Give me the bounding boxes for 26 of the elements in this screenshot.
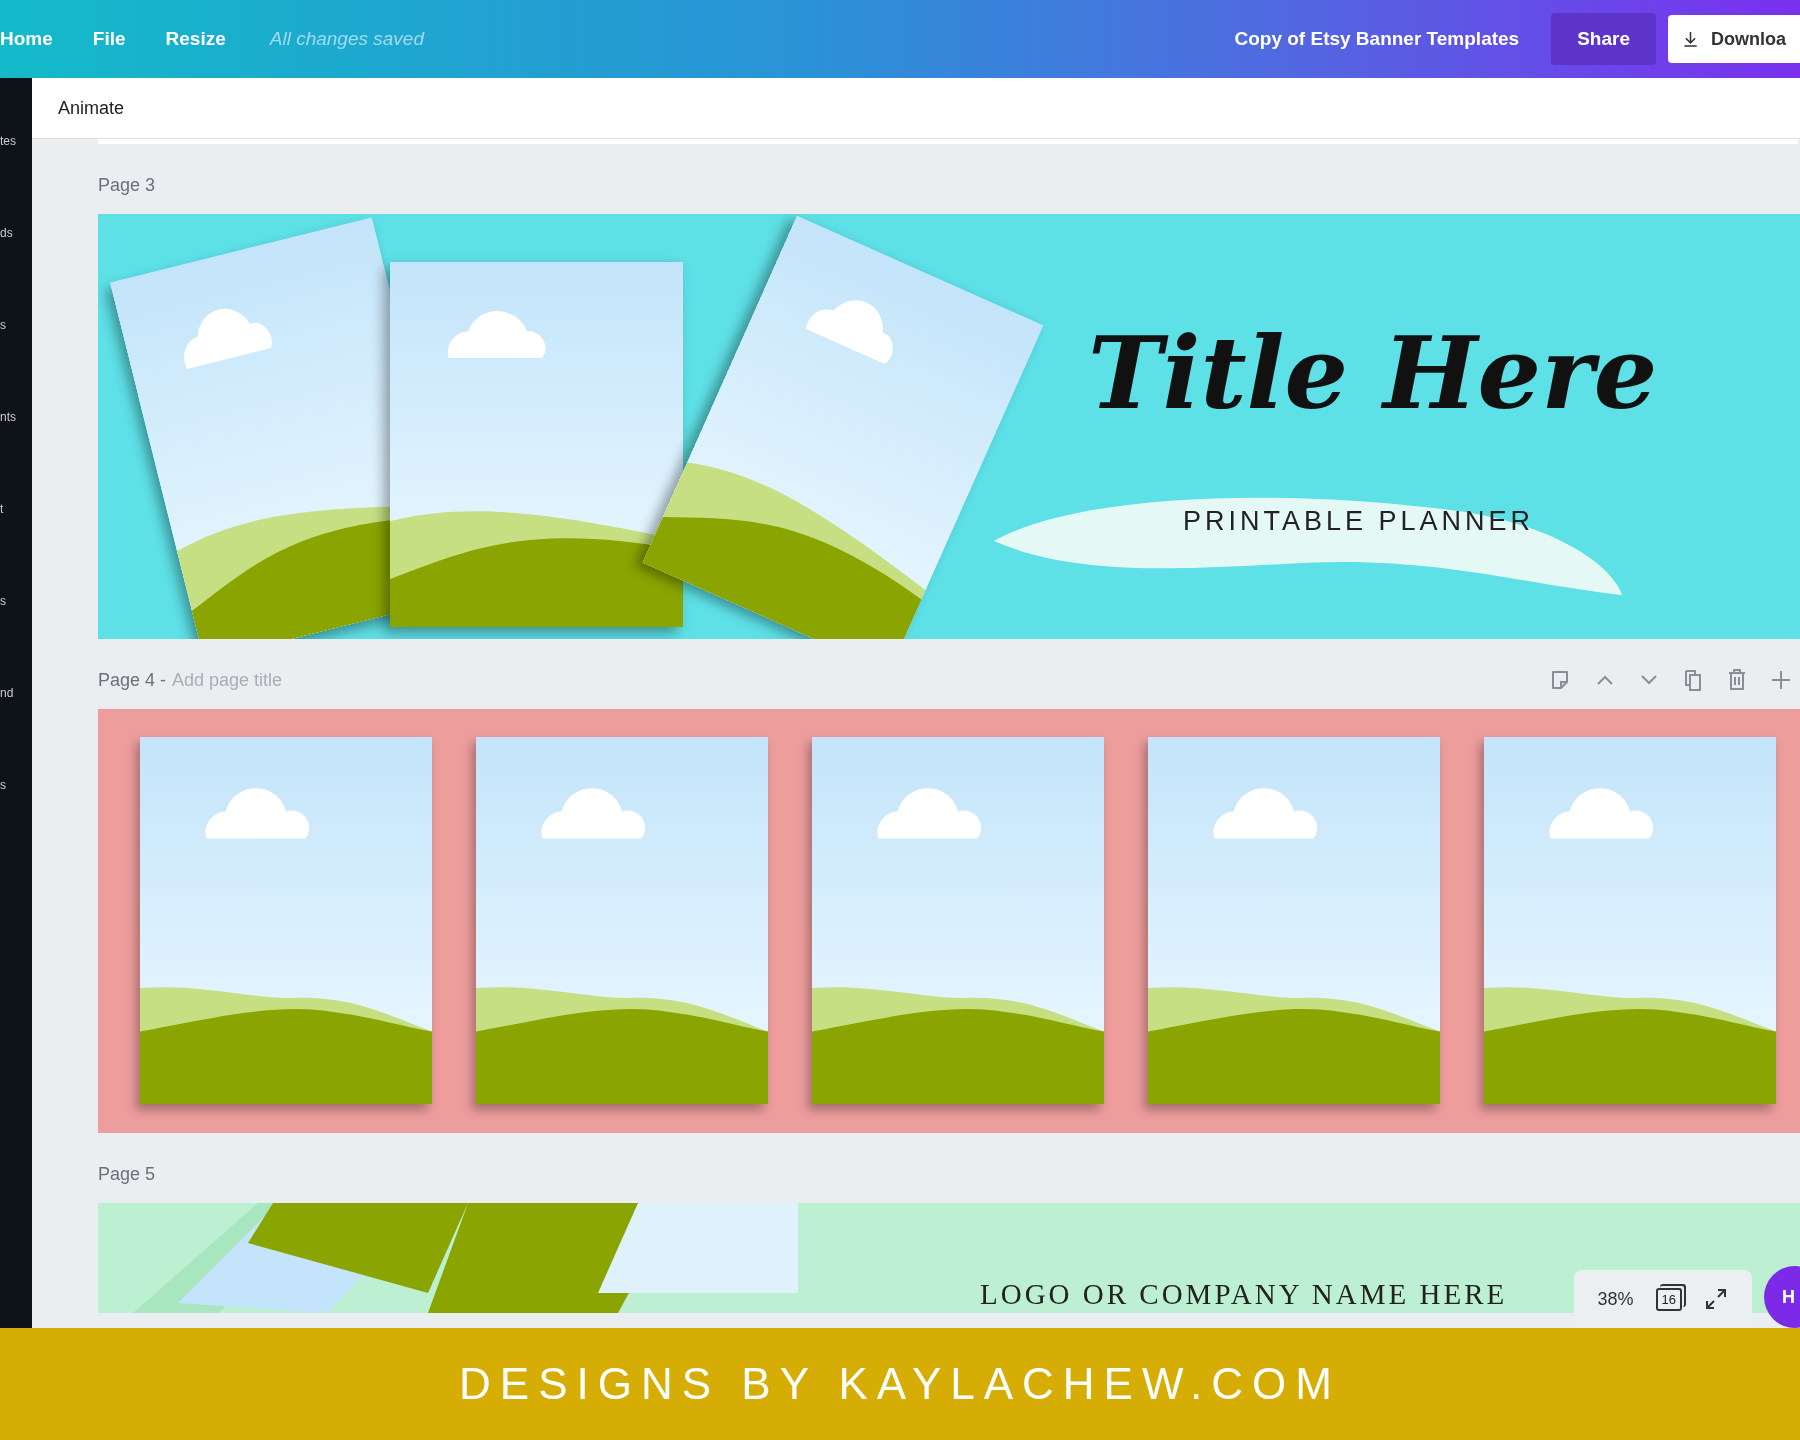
sidebar-item[interactable]: tes xyxy=(0,134,16,148)
sidebar-item[interactable]: nd xyxy=(0,686,14,700)
page-label: Page 3 xyxy=(98,174,156,196)
animate-button[interactable]: Animate xyxy=(58,97,125,119)
design-title[interactable]: Copy of Etsy Banner Templates xyxy=(1234,28,1520,50)
save-status: All changes saved xyxy=(269,28,424,50)
expand-icon[interactable] xyxy=(1704,1287,1728,1311)
zoom-level[interactable]: 38% xyxy=(1597,1288,1634,1310)
sidebar-item[interactable]: ds xyxy=(0,226,13,240)
logo-placeholder-text: LOGO OR COMPANY NAME HERE xyxy=(980,1278,1508,1311)
footer-text: DESIGNS BY KAYLACHEW.COM xyxy=(459,1359,1341,1409)
banner-title: Title Here xyxy=(1088,314,1658,432)
sidebar-item[interactable]: s xyxy=(0,318,6,332)
sidebar-item[interactable]: t xyxy=(0,502,4,516)
copy-icon[interactable] xyxy=(1682,668,1704,692)
sidebar-item[interactable]: nts xyxy=(0,410,16,424)
banner-subtitle: PRINTABLE PLANNER xyxy=(1183,506,1535,537)
share-button[interactable]: Share xyxy=(1551,13,1656,65)
trash-icon[interactable] xyxy=(1726,668,1748,692)
move-down-icon[interactable] xyxy=(1638,673,1660,687)
sidebar-item[interactable]: s xyxy=(0,778,6,792)
add-icon[interactable] xyxy=(1770,669,1792,691)
sidebar-item[interactable]: s xyxy=(0,594,6,608)
page-label: Page 5 xyxy=(98,1163,156,1185)
download-button[interactable]: Downloa xyxy=(1668,15,1800,63)
page-label: Page 4 - xyxy=(98,669,167,691)
